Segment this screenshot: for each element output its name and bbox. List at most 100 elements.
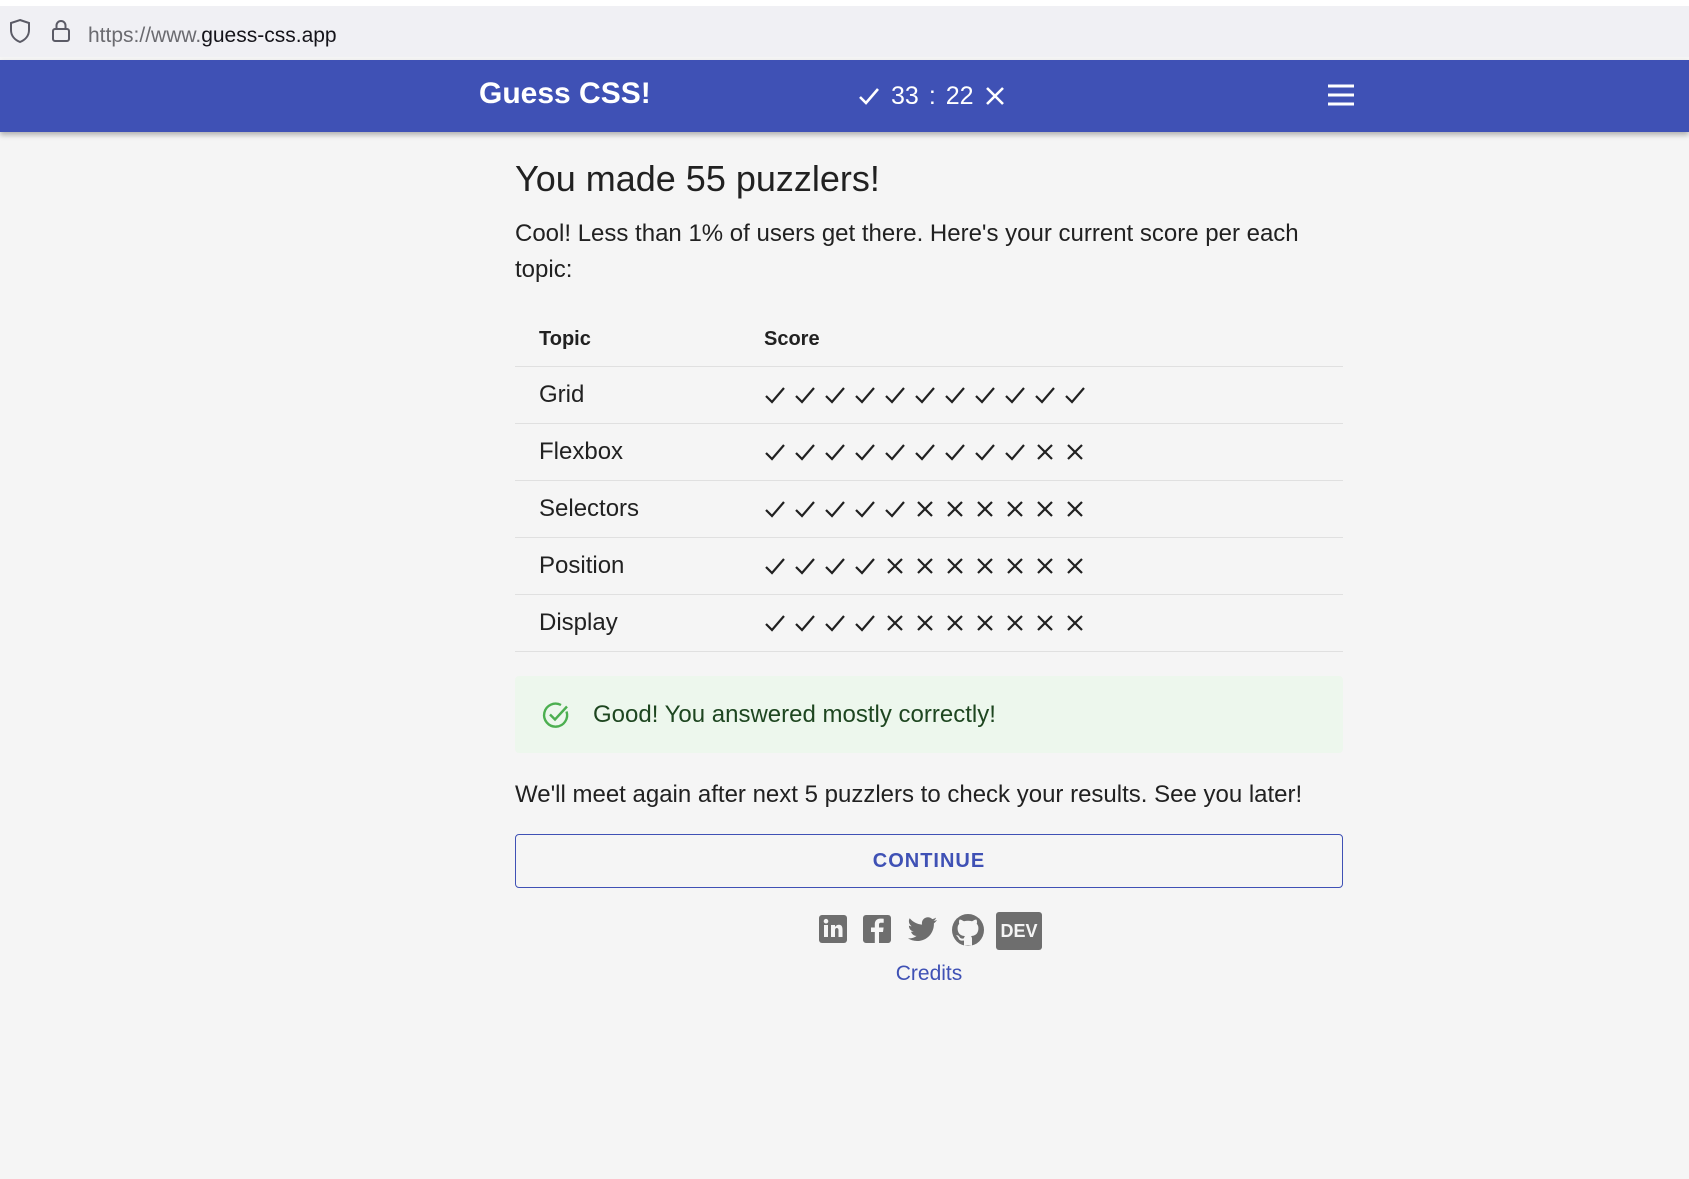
score-separator: : [928, 81, 936, 110]
intro-text: Cool! Less than 1% of users get there. H… [515, 220, 1299, 283]
check-icon [765, 558, 785, 575]
close-icon [917, 615, 933, 631]
check-icon [765, 615, 785, 632]
score-marks [764, 384, 1343, 406]
score-cell [764, 480, 1343, 538]
shield-icon[interactable] [8, 18, 32, 44]
check-icon [885, 387, 905, 404]
check-icon [1035, 387, 1055, 404]
check-icon [915, 444, 935, 461]
twitter-icon[interactable] [904, 912, 940, 946]
followup-text: We'll meet again after next 5 puzzlers t… [515, 781, 1303, 808]
check-icon [885, 501, 905, 518]
close-icon [977, 501, 993, 517]
check-icon [945, 387, 965, 404]
close-icon [1037, 501, 1053, 517]
check-icon [855, 558, 875, 575]
check-icon [945, 444, 965, 461]
score-marks [764, 498, 1343, 520]
check-icon [855, 501, 875, 518]
check-icon [855, 615, 875, 632]
close-icon [1037, 615, 1053, 631]
check-icon [975, 444, 995, 461]
check-icon [855, 387, 875, 404]
check-icon [765, 501, 785, 518]
close-icon [977, 615, 993, 631]
check-circle-icon [542, 701, 569, 728]
table-row: Selectors [515, 480, 1343, 538]
check-icon [795, 558, 815, 575]
check-icon [795, 444, 815, 461]
close-icon [947, 615, 963, 631]
score-counter: 33 : 22 [857, 80, 1006, 112]
table-row: Display [515, 594, 1343, 652]
topic-cell: Selectors [515, 480, 764, 538]
check-icon [825, 501, 845, 518]
close-icon [1037, 444, 1053, 460]
check-icon [855, 444, 875, 461]
topic-cell: Flexbox [515, 423, 764, 481]
check-icon [1005, 387, 1025, 404]
close-icon [1067, 558, 1083, 574]
check-icon [885, 444, 905, 461]
close-icon [1007, 558, 1023, 574]
close-icon [1007, 501, 1023, 517]
check-icon [765, 444, 785, 461]
alert-message: Good! You answered mostly correctly! [593, 700, 996, 728]
check-icon [765, 387, 785, 404]
continue-button[interactable]: CONTINUE [515, 834, 1343, 888]
url-scheme: https://www. [88, 24, 202, 47]
social-links: DEV [515, 912, 1343, 950]
url-field[interactable]: https://www.guess-css.app [88, 24, 337, 48]
success-alert: Good! You answered mostly correctly! [515, 676, 1343, 753]
close-icon [977, 558, 993, 574]
check-icon [825, 558, 845, 575]
dev-icon[interactable]: DEV [996, 912, 1042, 950]
topic-cell: Grid [515, 366, 764, 424]
linkedin-icon[interactable] [816, 912, 850, 946]
wrong-count: 22 [945, 81, 974, 110]
check-icon [795, 387, 815, 404]
close-icon [1067, 501, 1083, 517]
check-icon [1005, 444, 1025, 461]
table-row: Grid [515, 366, 1343, 424]
table-row: Flexbox [515, 423, 1343, 481]
check-icon [825, 387, 845, 404]
check-icon [915, 387, 935, 404]
close-icon [887, 558, 903, 574]
check-icon [859, 88, 879, 105]
close-icon [947, 558, 963, 574]
topic-cell: Position [515, 537, 764, 595]
close-icon [917, 558, 933, 574]
score-cell [764, 537, 1343, 595]
score-marks [764, 441, 1343, 463]
check-icon [1065, 387, 1085, 404]
check-icon [825, 444, 845, 461]
score-cell [764, 594, 1343, 652]
close-icon [985, 87, 1004, 105]
check-icon [825, 615, 845, 632]
github-icon[interactable] [950, 912, 986, 948]
correct-count: 33 [891, 81, 919, 110]
score-cell [764, 423, 1343, 481]
score-rows: Grid Flexbox Selectors Position Display [515, 366, 1343, 652]
close-icon [1037, 558, 1053, 574]
check-icon [975, 387, 995, 404]
url-host: guess-css.app [201, 24, 337, 47]
check-icon [795, 501, 815, 518]
dev-label: DEV [1000, 921, 1038, 941]
table-header-row: Topic Score [515, 312, 1343, 367]
score-marks [764, 612, 1343, 634]
facebook-icon[interactable] [860, 912, 894, 946]
menu-icon[interactable] [1326, 80, 1356, 110]
credits-link[interactable]: Credits [515, 962, 1343, 986]
table-row: Position [515, 537, 1343, 595]
column-header-topic: Topic [515, 312, 764, 367]
close-icon [917, 501, 933, 517]
lock-icon[interactable] [50, 18, 72, 44]
score-table: Topic Score Grid Flexbox Selectors Position… [515, 312, 1343, 652]
page-title: You made 55 puzzlers! [515, 158, 880, 199]
close-icon [887, 615, 903, 631]
browser-address-bar: https://www.guess-css.app [0, 0, 1689, 57]
results-panel: You made 55 puzzlers! Cool! Less than 1%… [515, 132, 1343, 986]
